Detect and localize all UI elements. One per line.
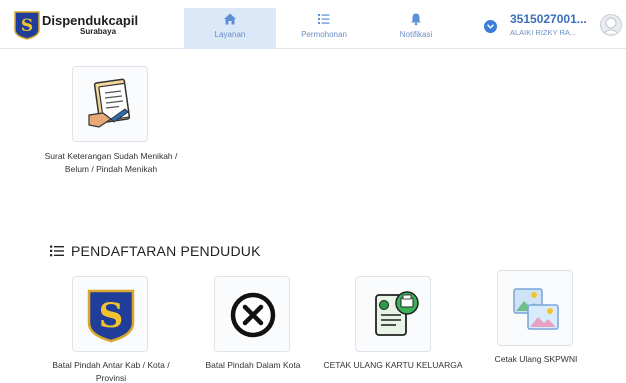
service-label: Batal Pindah Dalam Kota <box>205 360 301 370</box>
avatar-icon[interactable] <box>600 14 622 36</box>
home-icon <box>224 13 236 25</box>
svg-text:S: S <box>21 16 33 36</box>
cancel-circle-icon <box>230 292 276 338</box>
image-documents-icon <box>513 288 559 330</box>
list-icon <box>318 14 330 24</box>
user-menu-toggle[interactable] <box>484 20 497 33</box>
print-document-icon <box>375 291 419 336</box>
service-card-cetak-ulang-skpwni[interactable] <box>497 270 573 346</box>
surabaya-emblem-icon: S <box>87 289 135 343</box>
document-sign-icon <box>88 78 131 128</box>
tab-label: Permohonan <box>301 30 347 39</box>
tab-permohonan[interactable]: Permohonan <box>278 8 370 49</box>
tab-label: Layanan <box>214 30 246 39</box>
service-label: Cetak Ulang SKPWNI <box>494 354 578 364</box>
tab-layanan[interactable]: Layanan <box>184 8 276 49</box>
surabaya-logo-icon: S <box>14 11 40 40</box>
user-name: ALAIKI RIZKY RA... <box>510 28 577 37</box>
service-card-surat-keterangan[interactable] <box>72 66 148 142</box>
section-title: PENDAFTARAN PENDUDUK <box>71 243 261 259</box>
bell-icon <box>411 13 421 26</box>
service-card-cetak-ulang-kk[interactable] <box>355 276 431 352</box>
user-id[interactable]: 3515027001... <box>510 12 587 26</box>
list-icon <box>50 245 64 257</box>
top-bar: S Dispendukcapil Surabaya Layanan Permoh… <box>0 0 626 49</box>
brand-subtitle: Surabaya <box>80 27 117 36</box>
service-card-batal-pindah-antar-kab[interactable]: S <box>72 276 148 352</box>
service-label: Batal Pindah Antar Kab / Kota / Provinsi <box>52 360 170 383</box>
svg-text:S: S <box>99 296 124 336</box>
tab-notifikasi[interactable]: Notifikasi <box>370 8 462 49</box>
service-label: CETAK ULANG KARTU KELUARGA <box>323 360 463 370</box>
chevron-down-icon <box>487 24 494 29</box>
brand-name: Dispendukcapil <box>42 13 139 28</box>
service-label: Surat Keterangan Sudah Menikah / Belum /… <box>44 151 178 174</box>
service-card-batal-pindah-dalam-kota[interactable] <box>214 276 290 352</box>
tab-label: Notifikasi <box>399 30 433 39</box>
